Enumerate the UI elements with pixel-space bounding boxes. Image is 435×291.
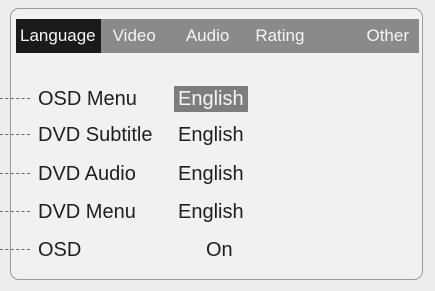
setting-label: DVD Menu bbox=[38, 201, 136, 223]
setting-row-dvd-audio[interactable]: DVD Audio English bbox=[0, 160, 420, 188]
setting-value[interactable]: English bbox=[178, 160, 244, 188]
leader-line bbox=[0, 249, 30, 250]
setting-value[interactable]: English bbox=[178, 121, 244, 149]
setting-label: OSD Menu bbox=[38, 88, 137, 110]
leader-line bbox=[0, 134, 30, 135]
setting-label: DVD Audio bbox=[38, 163, 136, 185]
tab-video[interactable]: Video bbox=[113, 19, 156, 53]
tab-bar: Language Video Audio Rating Other bbox=[16, 19, 419, 53]
leader-line bbox=[0, 98, 30, 99]
setting-row-osd[interactable]: OSD On bbox=[0, 236, 420, 264]
tab-language[interactable]: Language bbox=[16, 19, 101, 53]
setting-value-selected[interactable]: English bbox=[174, 86, 248, 112]
setting-label: OSD bbox=[38, 239, 82, 261]
setting-label: DVD Subtitle bbox=[38, 124, 153, 146]
tab-rating[interactable]: Rating bbox=[255, 19, 304, 53]
setting-value[interactable]: On bbox=[206, 236, 233, 264]
screen: Language Video Audio Rating Other OSD Me… bbox=[0, 0, 435, 291]
leader-line bbox=[0, 211, 30, 212]
tab-audio[interactable]: Audio bbox=[186, 19, 229, 53]
setting-value[interactable]: English bbox=[178, 198, 244, 226]
setting-row-dvd-subtitle[interactable]: DVD Subtitle English bbox=[0, 121, 420, 149]
tab-other[interactable]: Other bbox=[366, 19, 409, 53]
leader-line bbox=[0, 173, 30, 174]
setting-row-dvd-menu[interactable]: DVD Menu English bbox=[0, 198, 420, 226]
setting-row-osd-menu[interactable]: OSD Menu English bbox=[0, 85, 420, 113]
